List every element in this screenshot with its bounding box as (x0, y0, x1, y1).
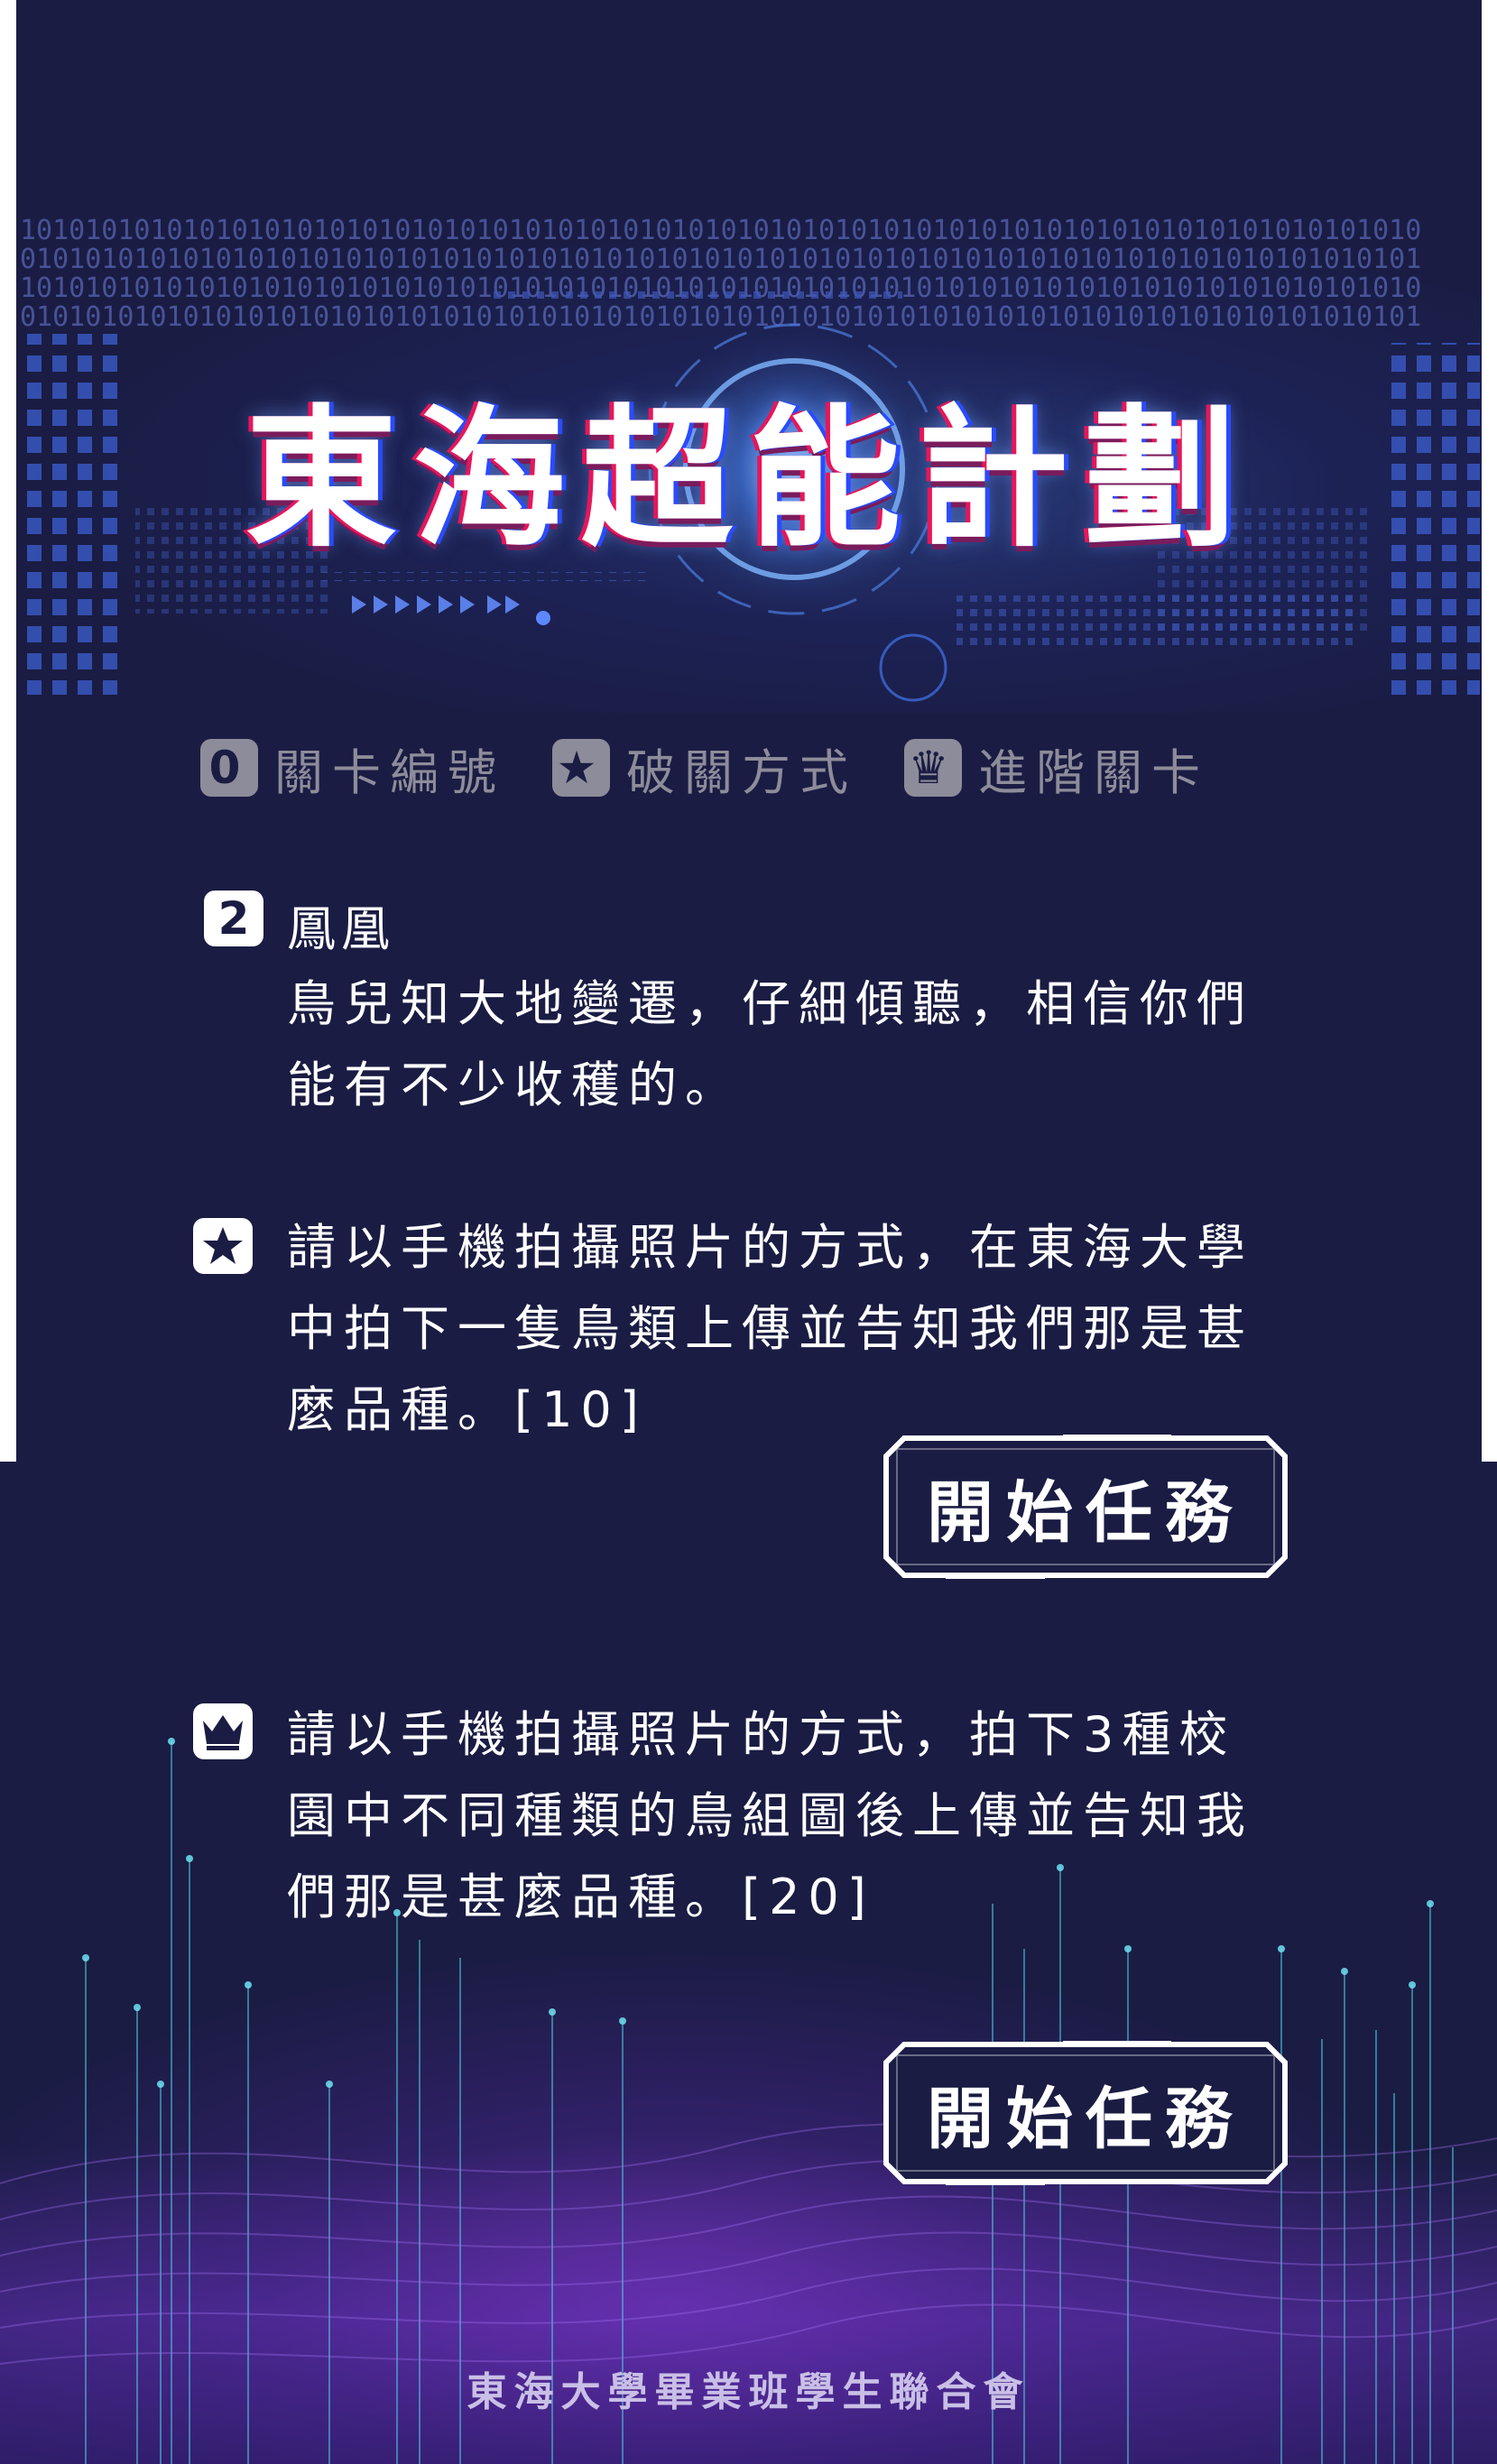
stage-description-line: 能有不少收穫的。 (287, 1057, 742, 1113)
task-basic-text: 請以手機拍攝照片的方式，在東海大學 中拍下一隻鳥類上傳並告知我們那是甚 麼品種。… (287, 1207, 1307, 1451)
stage-description: 鳥兒知大地變遷，仔細傾聽，相信你們 能有不少收穫的。 (287, 964, 1307, 1126)
start-mission-label: 開始任務 (927, 1473, 1244, 1552)
crown-icon: ♛ (904, 739, 962, 797)
crown-icon (193, 1703, 253, 1759)
page-title: 東海超能計劃 (245, 391, 1252, 568)
legend-item-clear-method: ★ 破關方式 (552, 733, 857, 804)
legend-label: 進階關卡 (978, 743, 1209, 801)
legend-label: 破關方式 (626, 743, 857, 801)
number-badge-icon: 0 (200, 739, 258, 797)
page: 1010101010101010101010101010101010101010… (0, 0, 1497, 2464)
task-advanced-text: 請以手機拍攝照片的方式，拍下3種校 園中不同種類的鳥組圖後上傳並告知我 們那是甚… (287, 1694, 1307, 1938)
footer-organization: 東海大學畢業班學生聯合會 (467, 2369, 1030, 2415)
start-advanced-mission-button[interactable]: 開始任務 (882, 2041, 1289, 2185)
task-basic-line: 中拍下一隻鳥類上傳並告知我們那是甚 (287, 1300, 1253, 1357)
star-icon: ★ (552, 739, 610, 797)
star-icon (193, 1218, 253, 1274)
task-advanced-line: 請以手機拍攝照片的方式，拍下3種校 (287, 1706, 1236, 1763)
legend: 0 關卡編號 ★ 破關方式 ♛ 進階關卡 (200, 735, 1256, 801)
legend-label: 關卡編號 (274, 743, 505, 801)
legend-item-advanced-stage: ♛ 進階關卡 (904, 733, 1209, 804)
stage-number-badge: 2 (204, 891, 263, 946)
task-basic-line: 請以手機拍攝照片的方式，在東海大學 (287, 1219, 1253, 1276)
start-mission-button[interactable]: 開始任務 (882, 1435, 1289, 1579)
legend-item-stage-number: 0 關卡編號 (200, 733, 505, 804)
stage-name: 鳳凰 (287, 900, 395, 957)
task-advanced-line: 們那是甚麼品種。[20] (287, 1869, 874, 1925)
stage-description-line: 鳥兒知大地變遷，仔細傾聽，相信你們 (287, 975, 1253, 1032)
task-advanced-line: 園中不同種類的鳥組圖後上傳並告知我 (287, 1787, 1253, 1844)
start-mission-label: 開始任務 (927, 2080, 1244, 2158)
